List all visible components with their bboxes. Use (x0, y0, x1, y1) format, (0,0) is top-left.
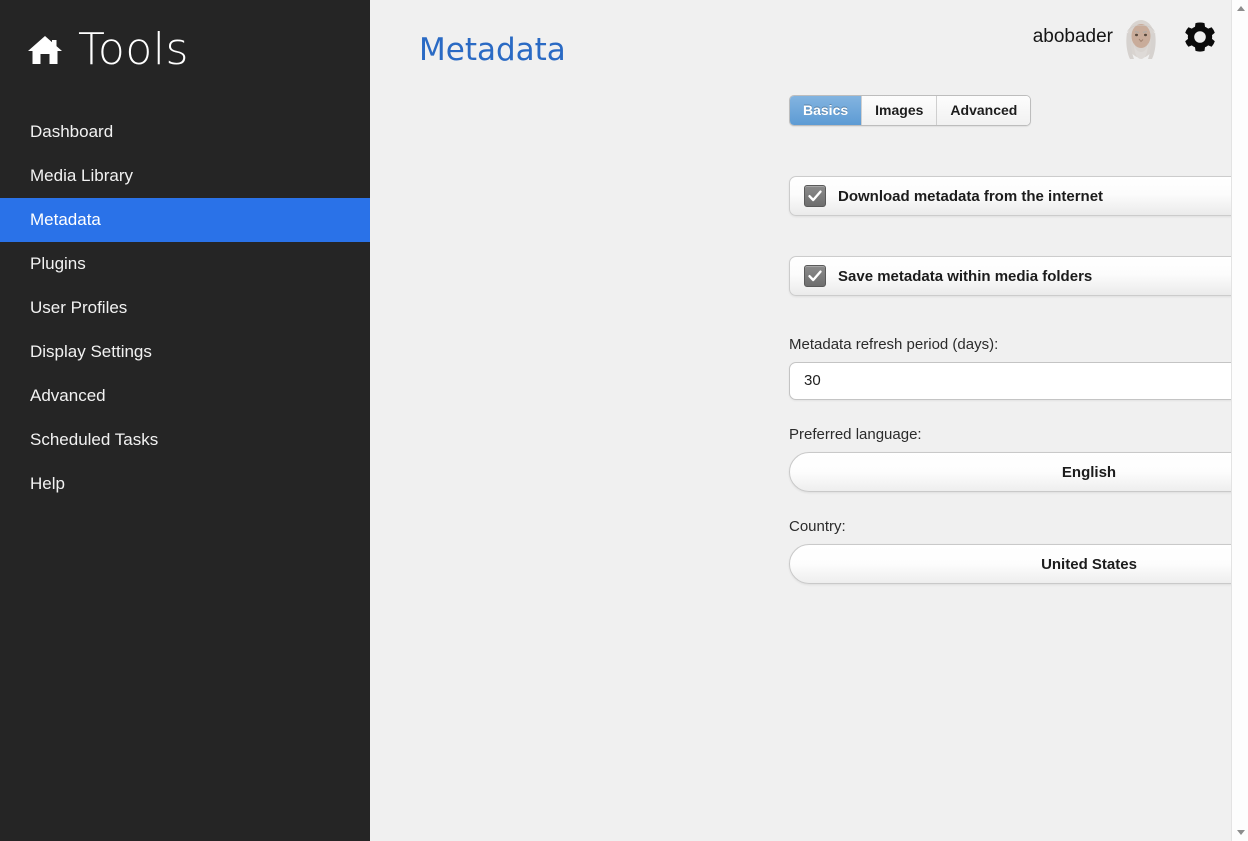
sidebar-item-label: Media Library (30, 166, 133, 185)
refresh-period-label: Metadata refresh period (days): (789, 336, 999, 353)
gear-icon[interactable] (1182, 19, 1218, 55)
sidebar-item-media-library[interactable]: Media Library (0, 154, 370, 198)
checkbox-save-metadata[interactable] (804, 265, 826, 287)
brand-header[interactable]: Tools (0, 0, 370, 74)
field-country: Country: United States (789, 518, 1248, 584)
user-area: abobader (1033, 14, 1218, 60)
sidebar-item-plugins[interactable]: Plugins (0, 242, 370, 286)
checkbox-label: Save metadata within media folders (838, 267, 1093, 285)
language-value: English (1061, 463, 1117, 481)
scroll-down-arrow-icon[interactable] (1232, 824, 1248, 841)
refresh-period-input[interactable]: 30 (789, 362, 1248, 400)
field-preferred-language: Preferred language: English (789, 426, 1248, 492)
sidebar-item-metadata[interactable]: Metadata (0, 198, 370, 242)
tab-label: Advanced (950, 102, 1018, 118)
country-label: Country: (789, 518, 846, 535)
triangle-down-glyph (1236, 830, 1245, 835)
scroll-up-arrow-icon[interactable] (1232, 0, 1248, 17)
checkbox-label: Download metadata from the internet (838, 187, 1104, 205)
user-avatar[interactable] (1122, 15, 1160, 59)
home-icon (26, 31, 64, 69)
sidebar-item-label: User Profiles (30, 298, 128, 317)
sidebar-item-advanced[interactable]: Advanced (0, 374, 370, 418)
sidebar-nav: Dashboard Media Library Metadata Plugins… (0, 110, 370, 506)
app-window: Tools Dashboard Media Library Metadata P… (0, 0, 1248, 841)
sidebar-item-label: Scheduled Tasks (30, 430, 159, 449)
sidebar-item-dashboard[interactable]: Dashboard (0, 110, 370, 154)
tab-images[interactable]: Images (862, 96, 938, 125)
sidebar-item-help[interactable]: Help (0, 462, 370, 506)
country-value: United States (1041, 555, 1137, 573)
user-name: abobader (1032, 26, 1113, 47)
checkbox-row-download-metadata[interactable]: Download metadata from the internet (789, 176, 1248, 216)
tab-bar: Basics Images Advanced (789, 95, 1032, 126)
page-title: Metadata (419, 32, 566, 68)
checkbox-row-save-metadata[interactable]: Save metadata within media folders (789, 256, 1248, 296)
sidebar-item-label: Metadata (30, 210, 101, 229)
country-select[interactable]: United States (789, 544, 1248, 584)
refresh-period-value[interactable]: 30 (790, 363, 1248, 399)
sidebar-item-label: Display Settings (30, 342, 152, 361)
tab-label: Basics (803, 102, 849, 118)
checkbox-download-metadata[interactable] (804, 185, 826, 207)
triangle-up-glyph (1236, 6, 1245, 11)
sidebar-item-display-settings[interactable]: Display Settings (0, 330, 370, 374)
topbar: Metadata abobader (370, 0, 1248, 76)
settings-form: Download metadata from the internet Save… (789, 176, 1248, 610)
sidebar-item-scheduled-tasks[interactable]: Scheduled Tasks (0, 418, 370, 462)
brand-title: Tools (78, 24, 189, 75)
language-label: Preferred language: (789, 426, 922, 443)
sidebar-item-label: Plugins (30, 254, 86, 273)
sidebar-item-label: Help (30, 474, 65, 493)
sidebar: Tools Dashboard Media Library Metadata P… (0, 0, 370, 841)
content-area: Metadata abobader Basics Images Advanced… (370, 0, 1248, 841)
tab-label: Images (875, 102, 924, 118)
language-select[interactable]: English (789, 452, 1248, 492)
sidebar-item-label: Advanced (30, 386, 106, 405)
sidebar-item-label: Dashboard (30, 122, 114, 141)
field-refresh-period: Metadata refresh period (days): 30 (789, 336, 1248, 400)
tab-advanced[interactable]: Advanced (937, 96, 1031, 125)
sidebar-item-user-profiles[interactable]: User Profiles (0, 286, 370, 330)
vertical-scrollbar[interactable] (1231, 0, 1248, 841)
tab-basics[interactable]: Basics (790, 96, 863, 125)
